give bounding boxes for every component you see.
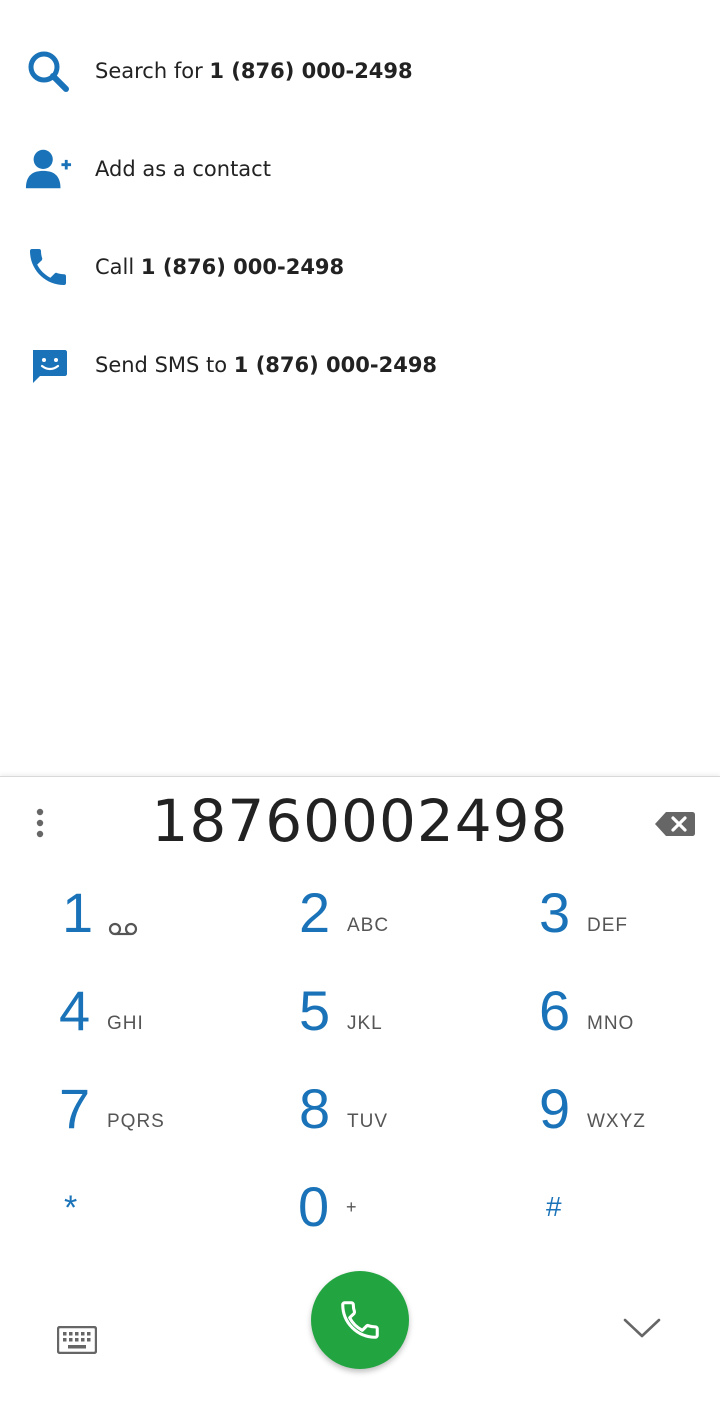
digits-row: 18760002498 [0,777,720,873]
key-digit: 7 [59,1077,91,1140]
key-letters: + [346,1197,357,1217]
key-digit: 1 [62,881,94,944]
key-star[interactable]: * [64,1187,264,1277]
chevron-down-icon [623,1318,661,1338]
key-9[interactable]: 9 WXYZ [539,1081,720,1171]
call-number-item[interactable]: Call 1 (876) 000-2498 [0,218,720,316]
search-prefix: Search for [95,59,210,83]
search-for-label: Search for 1 (876) 000-2498 [95,59,413,83]
collapse-dialpad-button[interactable] [620,1310,664,1346]
key-hash[interactable]: # [546,1189,720,1279]
key-4[interactable]: 4 GHI [59,983,259,1073]
key-6[interactable]: 6 MNO [539,983,720,1073]
call-number: 1 (876) 000-2498 [140,255,345,279]
key-5[interactable]: 5 JKL [299,983,499,1073]
phone-icon [24,243,72,291]
more-options-button[interactable] [22,803,58,843]
key-letters: WXYZ [587,1111,646,1132]
send-sms-label: Send SMS to 1 (876) 000-2498 [95,353,437,377]
key-letters: DEF [587,915,628,936]
key-0[interactable]: 0 + [298,1179,498,1269]
key-digit: 5 [299,979,331,1042]
phone-icon [341,1301,379,1339]
key-digit: 8 [299,1077,331,1140]
search-number: 1 (876) 000-2498 [209,59,413,83]
key-letters: JKL [347,1013,383,1034]
key-letters: TUV [347,1111,388,1132]
sms-prefix: Send SMS to [95,353,234,377]
dialed-number-display[interactable]: 18760002498 [90,787,630,855]
sms-number: 1 (876) 000-2498 [233,353,438,377]
add-contact-item[interactable]: Add as a contact [0,120,720,218]
key-1[interactable]: 1 [62,885,262,975]
key-3[interactable]: 3 DEF [539,885,720,975]
key-7[interactable]: 7 PQRS [59,1081,259,1171]
key-digit: 0 [298,1175,330,1238]
key-letters: ABC [347,915,390,936]
key-2[interactable]: 2 ABC [299,885,499,975]
key-digit: 2 [299,881,331,944]
add-person-icon [24,145,72,193]
key-digit: 6 [539,979,571,1042]
key-letters: PQRS [107,1111,165,1132]
message-icon [24,341,72,389]
key-digit: 9 [539,1077,571,1140]
more-vert-icon [36,808,44,838]
add-contact-label: Add as a contact [95,157,271,181]
key-symbol: * [64,1189,78,1227]
search-for-number-item[interactable]: Search for 1 (876) 000-2498 [0,22,720,120]
key-digit: 3 [539,881,571,944]
search-icon [24,47,72,95]
send-sms-item[interactable]: Send SMS to 1 (876) 000-2498 [0,316,720,414]
key-symbol: # [546,1191,562,1222]
dial-call-button[interactable] [311,1271,409,1369]
call-prefix: Call [95,255,141,279]
call-label: Call 1 (876) 000-2498 [95,255,344,279]
key-letters: GHI [107,1013,144,1034]
key-letters: MNO [587,1013,635,1034]
backspace-icon [655,812,695,836]
keyboard-icon [57,1326,97,1354]
voicemail-icon [108,921,138,940]
key-digit: 4 [59,979,91,1042]
key-8[interactable]: 8 TUV [299,1081,499,1171]
backspace-button[interactable] [650,807,700,841]
keyboard-toggle-button[interactable] [54,1322,100,1358]
